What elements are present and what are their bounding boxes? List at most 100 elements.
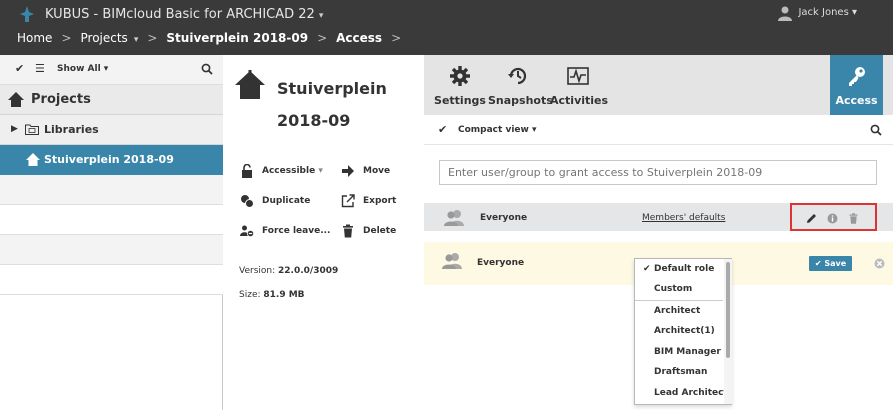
members-defaults-link[interactable]: Members' defaults	[642, 213, 725, 223]
group-avatar-icon	[442, 253, 462, 269]
role-option-label: Architect	[654, 306, 701, 316]
tab-settings-label: Settings	[434, 94, 486, 107]
tab-settings[interactable]: Settings	[434, 55, 486, 115]
view-toolbar: ✔ Compact view ▾	[424, 115, 893, 145]
breadcrumb-projects[interactable]: Projects	[81, 31, 128, 45]
sidebar-empty-row	[0, 235, 223, 265]
sidebar-libraries-label: Libraries	[44, 123, 99, 136]
grant-access-input[interactable]	[439, 160, 877, 185]
users-remove-icon	[240, 225, 254, 238]
export-label: Export	[363, 196, 397, 206]
breadcrumb-separator-icon: >	[317, 31, 328, 45]
sidebar-project-label: Stuiverplein 2018-09	[44, 153, 174, 166]
role-option-draftsman[interactable]: Draftsman	[635, 362, 723, 382]
size-value: 81.9 MB	[263, 290, 305, 300]
size-label: Size:	[239, 290, 261, 300]
user-avatar-icon	[778, 6, 792, 21]
sidebar-empty-row	[0, 175, 223, 205]
checkmark-icon: ✔	[814, 259, 822, 268]
group-avatar-icon	[444, 210, 464, 226]
top-bar: KUBUS - BIMcloud Basic for ARCHICAD 22 ▾ …	[0, 0, 893, 55]
breadcrumb-access[interactable]: Access	[336, 31, 382, 45]
tab-access-label: Access	[835, 94, 878, 107]
tab-snapshots[interactable]: Snapshots	[488, 55, 553, 115]
search-icon[interactable]	[201, 63, 213, 75]
role-dropdown-menu: ✔ Default role Custom Architect Architect…	[634, 258, 732, 405]
force-leave-label: Force leave...	[262, 226, 331, 236]
expand-arrow-icon[interactable]: ▶	[11, 124, 18, 134]
role-option-label: BIM Manager	[654, 347, 721, 357]
export-icon	[341, 194, 355, 208]
trash-icon[interactable]	[848, 213, 859, 224]
activity-icon	[567, 67, 589, 85]
duplicate-label: Duplicate	[262, 196, 311, 206]
role-option-lead-architect[interactable]: Lead Architect	[635, 383, 728, 403]
chevron-down-icon[interactable]: ▾	[134, 35, 139, 45]
move-label: Move	[363, 166, 391, 176]
tab-activities[interactable]: Activities	[550, 55, 609, 115]
project-details-panel: Stuiverplein 2018-09 Accessible ▾ Move D…	[224, 55, 424, 410]
tab-snapshots-label: Snapshots	[488, 94, 553, 107]
dropdown-scrollbar[interactable]	[724, 259, 732, 404]
version-label: Version:	[239, 266, 276, 276]
edit-pencil-icon[interactable]	[806, 213, 817, 224]
sidebar-item-project[interactable]: Stuiverplein 2018-09	[0, 145, 223, 175]
move-arrow-icon	[342, 165, 354, 177]
close-icon[interactable]	[874, 258, 885, 269]
tab-access[interactable]: Access	[830, 55, 883, 115]
sidebar-toolbar: ✔ ☰ Show All ▾	[0, 55, 223, 85]
sidebar-empty-row	[0, 205, 223, 235]
compact-view-dropdown[interactable]: Compact view ▾	[458, 125, 536, 135]
app-title-menu[interactable]: KUBUS - BIMcloud Basic for ARCHICAD 22 ▾	[45, 7, 323, 22]
role-option-label: Custom	[654, 284, 693, 294]
project-house-icon	[235, 70, 265, 99]
role-option-label: Architect(1)	[654, 326, 715, 336]
member-name: Everyone	[480, 213, 528, 223]
member-name: Everyone	[477, 258, 525, 268]
role-option-architect-1[interactable]: Architect(1)	[635, 321, 723, 341]
role-option-custom[interactable]: Custom	[635, 279, 723, 299]
search-icon[interactable]	[870, 124, 882, 136]
project-title: Stuiverplein 2018-09	[277, 79, 387, 130]
scrollbar-thumb[interactable]	[726, 262, 730, 358]
show-all-filter[interactable]: Show All ▾	[57, 64, 108, 74]
key-icon	[848, 67, 865, 86]
breadcrumb-project[interactable]: Stuiverplein 2018-09	[166, 31, 308, 45]
version-info: Version: 22.0.0/3009	[239, 266, 338, 276]
sidebar-empty-row	[0, 265, 223, 295]
bimcloud-logo-icon	[20, 6, 34, 22]
version-value: 22.0.0/3009	[278, 266, 339, 276]
checkmark-icon[interactable]: ✔	[438, 123, 447, 136]
breadcrumb: Home > Projects ▾ > Stuiverplein 2018-09 > Acce…	[17, 31, 410, 45]
unlock-icon	[242, 164, 252, 178]
size-info: Size: 81.9 MB	[239, 290, 305, 300]
snapshots-icon	[508, 67, 527, 85]
checkmark-icon[interactable]: ✔	[15, 62, 24, 75]
accessible-label: Accessible	[262, 166, 316, 176]
breadcrumb-separator-icon: >	[61, 31, 72, 45]
role-option-architect[interactable]: Architect	[635, 301, 723, 321]
app-window: KUBUS - BIMcloud Basic for ARCHICAD 22 ▾ …	[0, 0, 893, 410]
trash-icon	[343, 224, 353, 238]
gear-icon	[450, 66, 470, 86]
user-menu[interactable]: Jack Jones ▾	[798, 7, 857, 18]
list-view-icon[interactable]: ☰	[35, 62, 45, 75]
role-option-label: Default role	[654, 264, 715, 274]
save-label: Save	[824, 259, 847, 268]
breadcrumb-separator-icon: >	[147, 31, 158, 45]
tab-activities-label: Activities	[550, 94, 609, 107]
save-button[interactable]: ✔ Save	[809, 256, 852, 271]
info-icon[interactable]	[827, 213, 838, 224]
chevron-down-icon: ▾	[318, 11, 324, 21]
breadcrumb-separator-icon: >	[391, 31, 402, 45]
role-option-bim-manager[interactable]: BIM Manager	[635, 342, 723, 362]
folder-icon	[25, 124, 39, 135]
role-option-default[interactable]: ✔ Default role	[635, 259, 723, 279]
sidebar-projects-header[interactable]: Projects	[0, 85, 223, 115]
sidebar-item-libraries[interactable]: ▶ Libraries	[0, 115, 223, 145]
checkmark-icon: ✔	[643, 264, 651, 274]
sidebar: ✔ ☰ Show All ▾ Projects ▶ Libraries Stui…	[0, 55, 223, 410]
breadcrumb-home[interactable]: Home	[17, 31, 52, 45]
app-title: KUBUS - BIMcloud Basic for ARCHICAD 22	[45, 7, 315, 22]
chevron-down-icon: ▾	[318, 166, 323, 176]
